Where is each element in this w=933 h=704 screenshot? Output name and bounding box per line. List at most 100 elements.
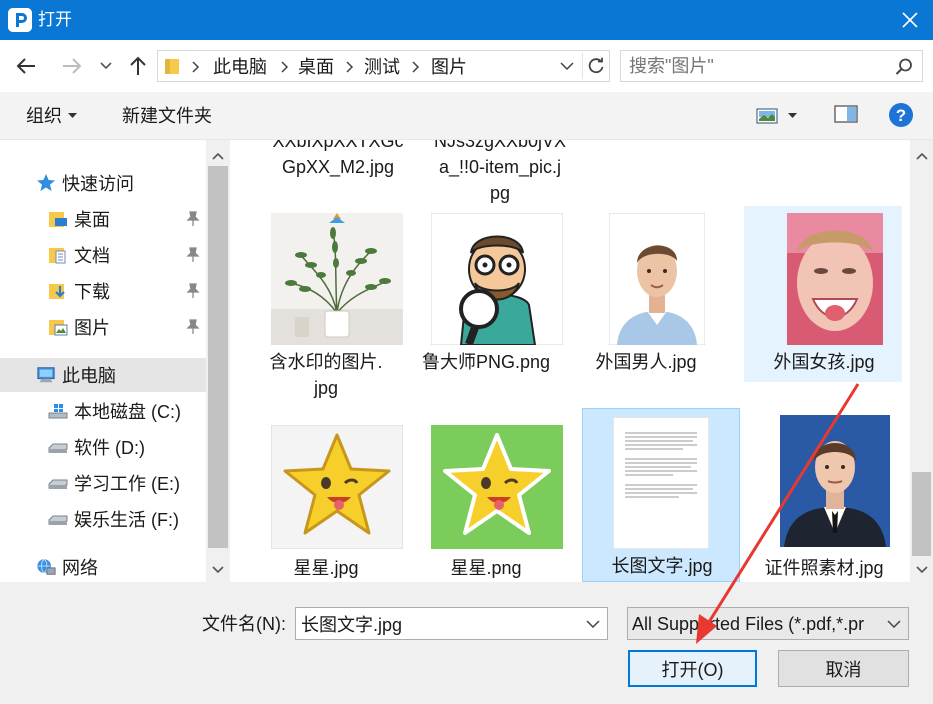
pin-icon[interactable] xyxy=(186,247,200,263)
file-thumbnail xyxy=(431,213,563,345)
chevron-down-icon xyxy=(915,566,928,574)
file-name: 星星.png xyxy=(450,558,522,578)
file-type-dropdown-button[interactable] xyxy=(884,614,904,634)
search-box[interactable] xyxy=(620,50,923,82)
computer-icon xyxy=(36,365,56,385)
scroll-up-arrow[interactable] xyxy=(910,144,933,168)
filename-combobox[interactable] xyxy=(295,607,608,640)
breadcrumb-item[interactable]: 此电脑 xyxy=(213,56,267,78)
close-icon xyxy=(902,12,918,28)
chevron-up-icon xyxy=(915,152,928,160)
refresh-icon xyxy=(588,57,603,74)
help-button[interactable]: ? xyxy=(888,102,914,128)
text-document-thumbnail xyxy=(613,417,709,549)
filename-input[interactable] xyxy=(301,612,571,636)
breadcrumb-separator-icon[interactable] xyxy=(190,57,202,77)
file-type-value: All Supported Files (*.pdf,*.pr xyxy=(632,614,865,634)
file-type-select[interactable]: All Supported Files (*.pdf,*.pr xyxy=(627,607,909,640)
cancel-button[interactable]: 取消 xyxy=(778,650,909,687)
file-name: 星星.jpg xyxy=(293,558,359,578)
file-tile[interactable]: 星星.jpg xyxy=(246,410,404,582)
forward-button[interactable] xyxy=(58,52,86,80)
file-list-view[interactable]: XXbIXpXXTXGc GpXX_M2.jpg NJs3zgXXb0jVX a… xyxy=(234,140,910,582)
scroll-down-arrow[interactable] xyxy=(206,558,230,582)
pin-icon[interactable] xyxy=(186,211,200,227)
breadcrumb-separator-icon[interactable] xyxy=(410,57,422,77)
downloads-folder-icon xyxy=(48,281,68,301)
scroll-down-arrow[interactable] xyxy=(910,558,933,582)
star-cartoon-green-thumbnail xyxy=(431,425,563,549)
sidebar-item-quick-access[interactable]: 快速访问 xyxy=(0,166,206,200)
navigation-pane-scroll-thumb[interactable] xyxy=(208,166,228,548)
file-name: 外国男人.jpg xyxy=(595,352,697,372)
title-bar[interactable]: 打开 xyxy=(0,0,933,40)
sidebar-item-drive-e[interactable]: 学习工作 (E:) xyxy=(0,466,206,500)
close-button[interactable] xyxy=(887,0,933,40)
chevron-down-icon xyxy=(586,620,600,628)
file-tile-selected[interactable]: 长图文字.jpg xyxy=(582,408,740,582)
change-view-button[interactable] xyxy=(756,104,806,128)
search-icon[interactable] xyxy=(894,57,914,77)
breadcrumb-separator-icon[interactable] xyxy=(279,57,291,77)
file-thumbnail xyxy=(271,213,403,345)
sidebar-item-desktop[interactable]: 桌面 xyxy=(0,202,206,236)
open-button[interactable]: 打开(O) xyxy=(628,650,757,687)
breadcrumb-item[interactable]: 桌面 xyxy=(298,56,334,78)
file-tile[interactable]: 星星.png xyxy=(406,410,564,582)
file-tile[interactable]: 证件照素材.jpg xyxy=(744,410,902,582)
chevron-up-icon xyxy=(212,152,224,160)
file-name: 长图文字.jpg xyxy=(611,556,713,576)
file-thumbnail xyxy=(431,421,563,553)
sidebar-item-label: 桌面 xyxy=(74,210,110,230)
address-bar[interactable]: 此电脑 桌面 测试 图片 xyxy=(157,50,610,82)
file-tile-partial[interactable]: NJs3zgXXb0jVX a_!!0-item_pic.j pg xyxy=(420,140,580,206)
filename-dropdown-button[interactable] xyxy=(583,614,603,634)
recent-locations-button[interactable] xyxy=(92,52,120,80)
sidebar-item-drive-d[interactable]: 软件 (D:) xyxy=(0,430,206,464)
search-input[interactable] xyxy=(629,55,879,77)
caret-down-icon xyxy=(68,113,77,118)
refresh-button[interactable] xyxy=(582,53,608,79)
sidebar-item-this-pc[interactable]: 此电脑 xyxy=(0,358,206,392)
file-tile[interactable]: 外国男人.jpg xyxy=(566,206,724,384)
file-thumbnail xyxy=(769,213,901,345)
file-thumbnail xyxy=(595,417,727,549)
organize-menu-button[interactable]: 组织 xyxy=(26,105,77,127)
man-portrait-thumbnail xyxy=(609,213,705,345)
breadcrumb-item[interactable]: 测试 xyxy=(364,56,400,78)
sidebar-item-downloads[interactable]: 下载 xyxy=(0,274,206,308)
sidebar-item-drive-c[interactable]: 本地磁盘 (C:) xyxy=(0,394,206,428)
plant-photo-thumbnail xyxy=(271,213,403,345)
breadcrumb-separator-icon[interactable] xyxy=(344,57,356,77)
file-tile[interactable]: 鲁大师PNG.png xyxy=(406,206,564,404)
sidebar-item-drive-f[interactable]: 娱乐生活 (F:) xyxy=(0,502,206,536)
sidebar-item-documents[interactable]: 文档 xyxy=(0,238,206,272)
preview-pane-button[interactable] xyxy=(834,104,860,128)
navigation-bar: 此电脑 桌面 测试 图片 xyxy=(0,40,933,92)
file-tile[interactable]: 外国女孩.jpg xyxy=(744,206,902,382)
file-list-scroll-thumb[interactable] xyxy=(912,472,931,556)
new-folder-button[interactable]: 新建文件夹 xyxy=(122,105,212,127)
app-logo-icon xyxy=(8,8,32,32)
breadcrumb-item[interactable]: 图片 xyxy=(431,56,467,78)
pictures-folder-icon xyxy=(48,317,68,337)
organize-label: 组织 xyxy=(26,106,62,126)
chevron-down-icon xyxy=(887,620,901,628)
help-icon: ? xyxy=(889,103,913,127)
pin-icon[interactable] xyxy=(186,283,200,299)
file-tile[interactable]: 含水印的图片. jpg xyxy=(246,206,404,404)
open-file-dialog: 打开 此电脑 桌面 测试 图片 搜索"图片" 组织 新建文件夹 ? 快速访问 桌… xyxy=(0,0,933,704)
navigation-pane[interactable]: 快速访问 桌面 文档 下载 图片 此电脑 本地磁盘 (C:) 软件 (D:) 学… xyxy=(0,140,230,582)
drive-icon xyxy=(48,473,68,493)
file-name: 外国女孩.jpg xyxy=(773,352,875,372)
address-history-button[interactable] xyxy=(556,55,578,77)
file-name: 鲁大师PNG.png xyxy=(421,352,551,372)
sidebar-item-network[interactable]: 网络 xyxy=(0,550,206,584)
sidebar-item-pictures[interactable]: 图片 xyxy=(0,310,206,344)
up-button[interactable] xyxy=(124,52,152,80)
back-button[interactable] xyxy=(12,52,40,80)
file-tile-partial[interactable]: XXbIXpXXTXGc GpXX_M2.jpg xyxy=(258,140,418,180)
scroll-up-arrow[interactable] xyxy=(206,144,230,168)
file-thumbnail xyxy=(271,421,403,553)
pin-icon[interactable] xyxy=(186,319,200,335)
